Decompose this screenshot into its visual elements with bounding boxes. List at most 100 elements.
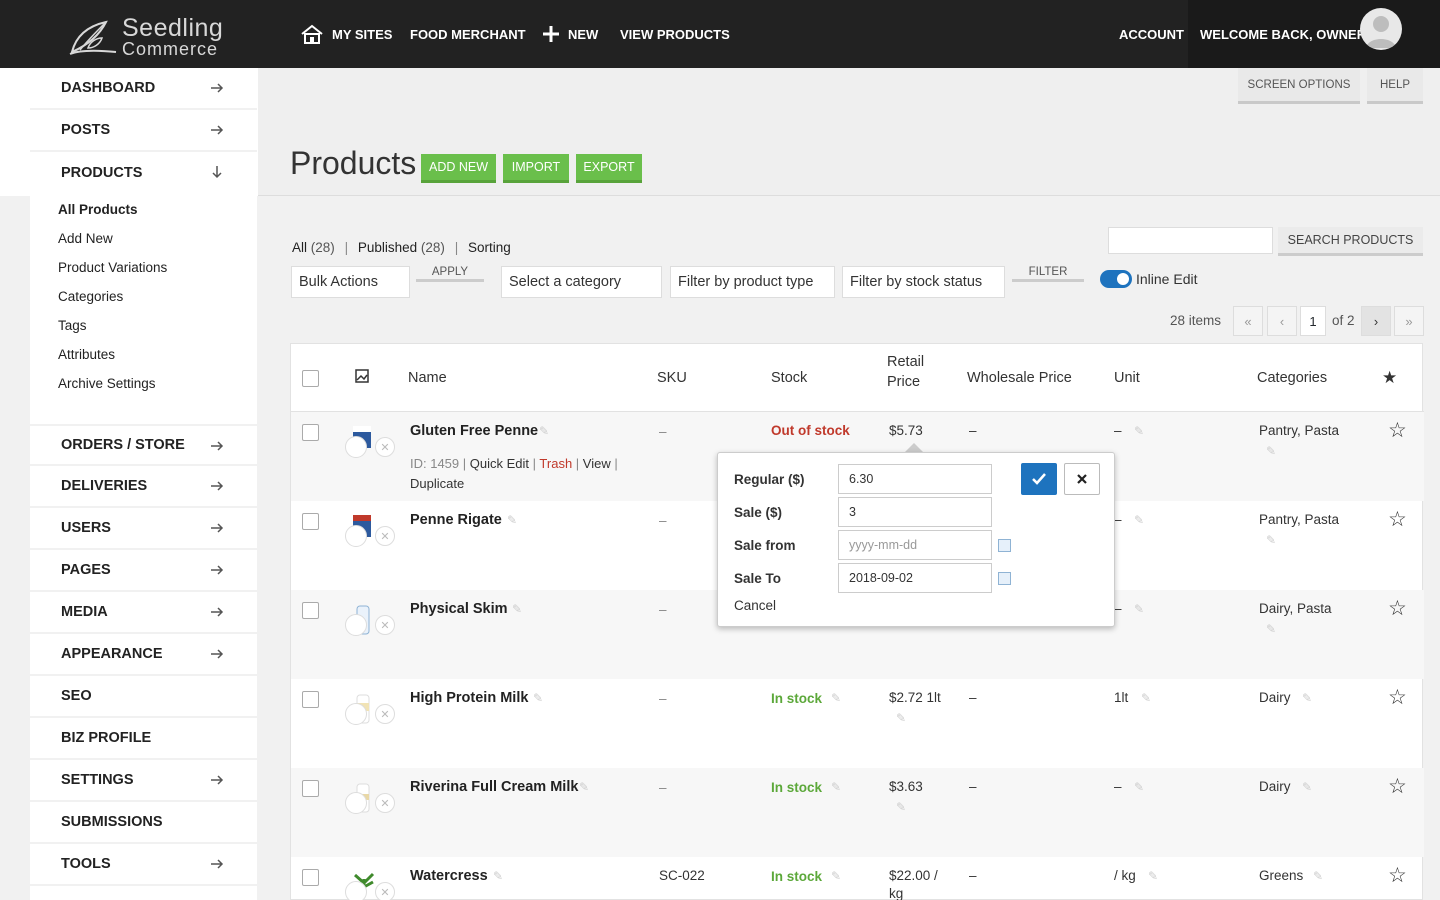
column-name[interactable]: Name (408, 370, 447, 386)
save-button[interactable] (1021, 463, 1057, 495)
edit-pencil-icon[interactable]: ✎ (1134, 780, 1144, 794)
stock-status[interactable]: In stock (771, 869, 822, 884)
search-input[interactable] (1108, 227, 1273, 254)
unit-value[interactable]: – (1114, 512, 1122, 527)
retail-price[interactable]: $22.00 / (889, 868, 938, 883)
sidebar-item-seo[interactable]: SEO (30, 676, 257, 718)
edit-image-icon[interactable] (345, 703, 367, 725)
sidebar-item-orders[interactable]: ORDERS / STORE (30, 424, 257, 466)
edit-image-icon[interactable] (345, 614, 367, 636)
product-name[interactable]: Riverina Full Cream Milk (410, 779, 578, 795)
sidebar-item-submissions[interactable]: SUBMISSIONS (30, 802, 257, 844)
sidebar-item-biz-profile[interactable]: BIZ PROFILE (30, 718, 257, 760)
edit-pencil-icon[interactable]: ✎ (539, 424, 549, 438)
cancel-button[interactable] (1064, 463, 1100, 495)
row-checkbox[interactable] (302, 424, 319, 441)
wholesale-price[interactable]: – (969, 423, 977, 438)
product-thumbnail[interactable]: ✕ (341, 511, 395, 551)
unit-value[interactable]: – (1114, 779, 1122, 794)
stock-status-select[interactable]: Filter by stock status (842, 266, 1005, 298)
submenu-archive-settings[interactable]: Archive Settings (58, 376, 156, 391)
bulk-actions-select[interactable]: Bulk Actions (291, 266, 410, 298)
filter-published-link[interactable]: Published (358, 240, 417, 255)
unit-value[interactable]: 1lt (1114, 690, 1128, 705)
sidebar-item-settings[interactable]: SETTINGS (30, 760, 257, 802)
column-categories[interactable]: Categories (1257, 370, 1327, 386)
retail-price[interactable]: $3.63 (889, 779, 923, 794)
filter-sorting-link[interactable]: Sorting (468, 240, 511, 255)
column-retail-price[interactable]: Retail (887, 354, 924, 370)
categories-value[interactable]: Pantry, Pasta (1259, 423, 1339, 438)
submenu-add-new[interactable]: Add New (58, 231, 113, 246)
retail-price[interactable]: $5.73 (889, 423, 923, 438)
sidebar-item-media[interactable]: MEDIA (30, 592, 257, 634)
help-button[interactable]: HELP (1367, 68, 1423, 104)
sidebar-item-tools[interactable]: TOOLS (30, 844, 257, 886)
edit-pencil-icon[interactable]: ✎ (896, 800, 906, 814)
sale-to-input[interactable]: 2018-09-02 (838, 563, 992, 593)
screen-options-button[interactable]: SCREEN OPTIONS (1238, 68, 1360, 104)
product-name[interactable]: Penne Rigate (410, 512, 502, 528)
retail-price[interactable]: $2.72 1lt (889, 690, 941, 705)
sidebar-item-products[interactable]: PRODUCTS (30, 152, 257, 194)
sidebar-item-appearance[interactable]: APPEARANCE (30, 634, 257, 676)
row-checkbox[interactable] (302, 780, 319, 797)
product-thumbnail[interactable]: ✕ (341, 689, 395, 729)
duplicate-link[interactable]: Duplicate (410, 476, 464, 491)
account-link[interactable]: ACCOUNT (1119, 0, 1184, 68)
stock-status[interactable]: In stock (771, 691, 822, 706)
view-products-link[interactable]: VIEW PRODUCTS (620, 0, 730, 68)
new-link[interactable]: NEW (542, 0, 598, 68)
first-page-button[interactable]: « (1233, 306, 1263, 336)
sidebar-item-pages[interactable]: PAGES (30, 550, 257, 592)
remove-image-icon[interactable]: ✕ (375, 615, 395, 635)
edit-image-icon[interactable] (345, 525, 367, 547)
featured-star-icon[interactable]: ☆ (1388, 774, 1407, 799)
product-name[interactable]: Gluten Free Penne (410, 423, 538, 439)
last-page-button[interactable]: » (1394, 306, 1424, 336)
calendar-icon[interactable] (998, 572, 1011, 585)
column-stock[interactable]: Stock (771, 370, 807, 386)
sidebar-item-users[interactable]: USERS (30, 508, 257, 550)
edit-pencil-icon[interactable]: ✎ (1134, 602, 1144, 616)
unit-value[interactable]: / kg (1114, 868, 1136, 883)
remove-image-icon[interactable]: ✕ (375, 437, 395, 457)
product-thumbnail[interactable]: ✕ (341, 600, 395, 640)
product-thumbnail[interactable]: ✕ (341, 867, 395, 900)
welcome-text[interactable]: WELCOME BACK, OWNER (1200, 0, 1366, 68)
stock-status[interactable]: Out of stock (771, 423, 850, 438)
export-button[interactable]: EXPORT (576, 154, 642, 183)
edit-pencil-icon[interactable]: ✎ (1302, 691, 1312, 705)
product-name[interactable]: High Protein Milk (410, 690, 528, 706)
inline-edit-toggle[interactable] (1100, 270, 1132, 288)
view-link[interactable]: View (583, 456, 611, 471)
wholesale-price[interactable]: – (969, 690, 977, 705)
stock-status[interactable]: In stock (771, 780, 822, 795)
quick-edit-link[interactable]: Quick Edit (470, 456, 529, 471)
edit-pencil-icon[interactable]: ✎ (831, 780, 841, 794)
column-unit[interactable]: Unit (1114, 370, 1140, 386)
featured-star-icon[interactable]: ☆ (1388, 863, 1407, 888)
edit-image-icon[interactable] (345, 792, 367, 814)
edit-pencil-icon[interactable]: ✎ (1266, 444, 1276, 458)
featured-star-icon[interactable]: ☆ (1388, 685, 1407, 710)
edit-pencil-icon[interactable]: ✎ (831, 691, 841, 705)
edit-pencil-icon[interactable]: ✎ (1266, 622, 1276, 636)
current-page-input[interactable]: 1 (1300, 306, 1326, 336)
regular-price-input[interactable]: 6.30 (838, 464, 992, 494)
sale-from-input[interactable]: yyyy-mm-dd (838, 530, 992, 560)
edit-pencil-icon[interactable]: ✎ (579, 780, 589, 794)
wholesale-price[interactable]: – (969, 779, 977, 794)
sidebar-item-posts[interactable]: POSTS (30, 110, 257, 152)
sale-price-input[interactable]: 3 (838, 497, 992, 527)
remove-image-icon[interactable]: ✕ (375, 882, 395, 900)
product-name[interactable]: Watercress (410, 868, 488, 884)
search-products-button[interactable]: SEARCH PRODUCTS (1278, 227, 1423, 256)
categories-value[interactable]: Dairy (1259, 690, 1291, 705)
product-name[interactable]: Physical Skim (410, 601, 508, 617)
submenu-attributes[interactable]: Attributes (58, 347, 115, 362)
unit-value[interactable]: – (1114, 423, 1122, 438)
featured-star-icon[interactable]: ☆ (1388, 418, 1407, 443)
edit-image-icon[interactable] (345, 436, 367, 458)
categories-value[interactable]: Greens (1259, 868, 1303, 883)
